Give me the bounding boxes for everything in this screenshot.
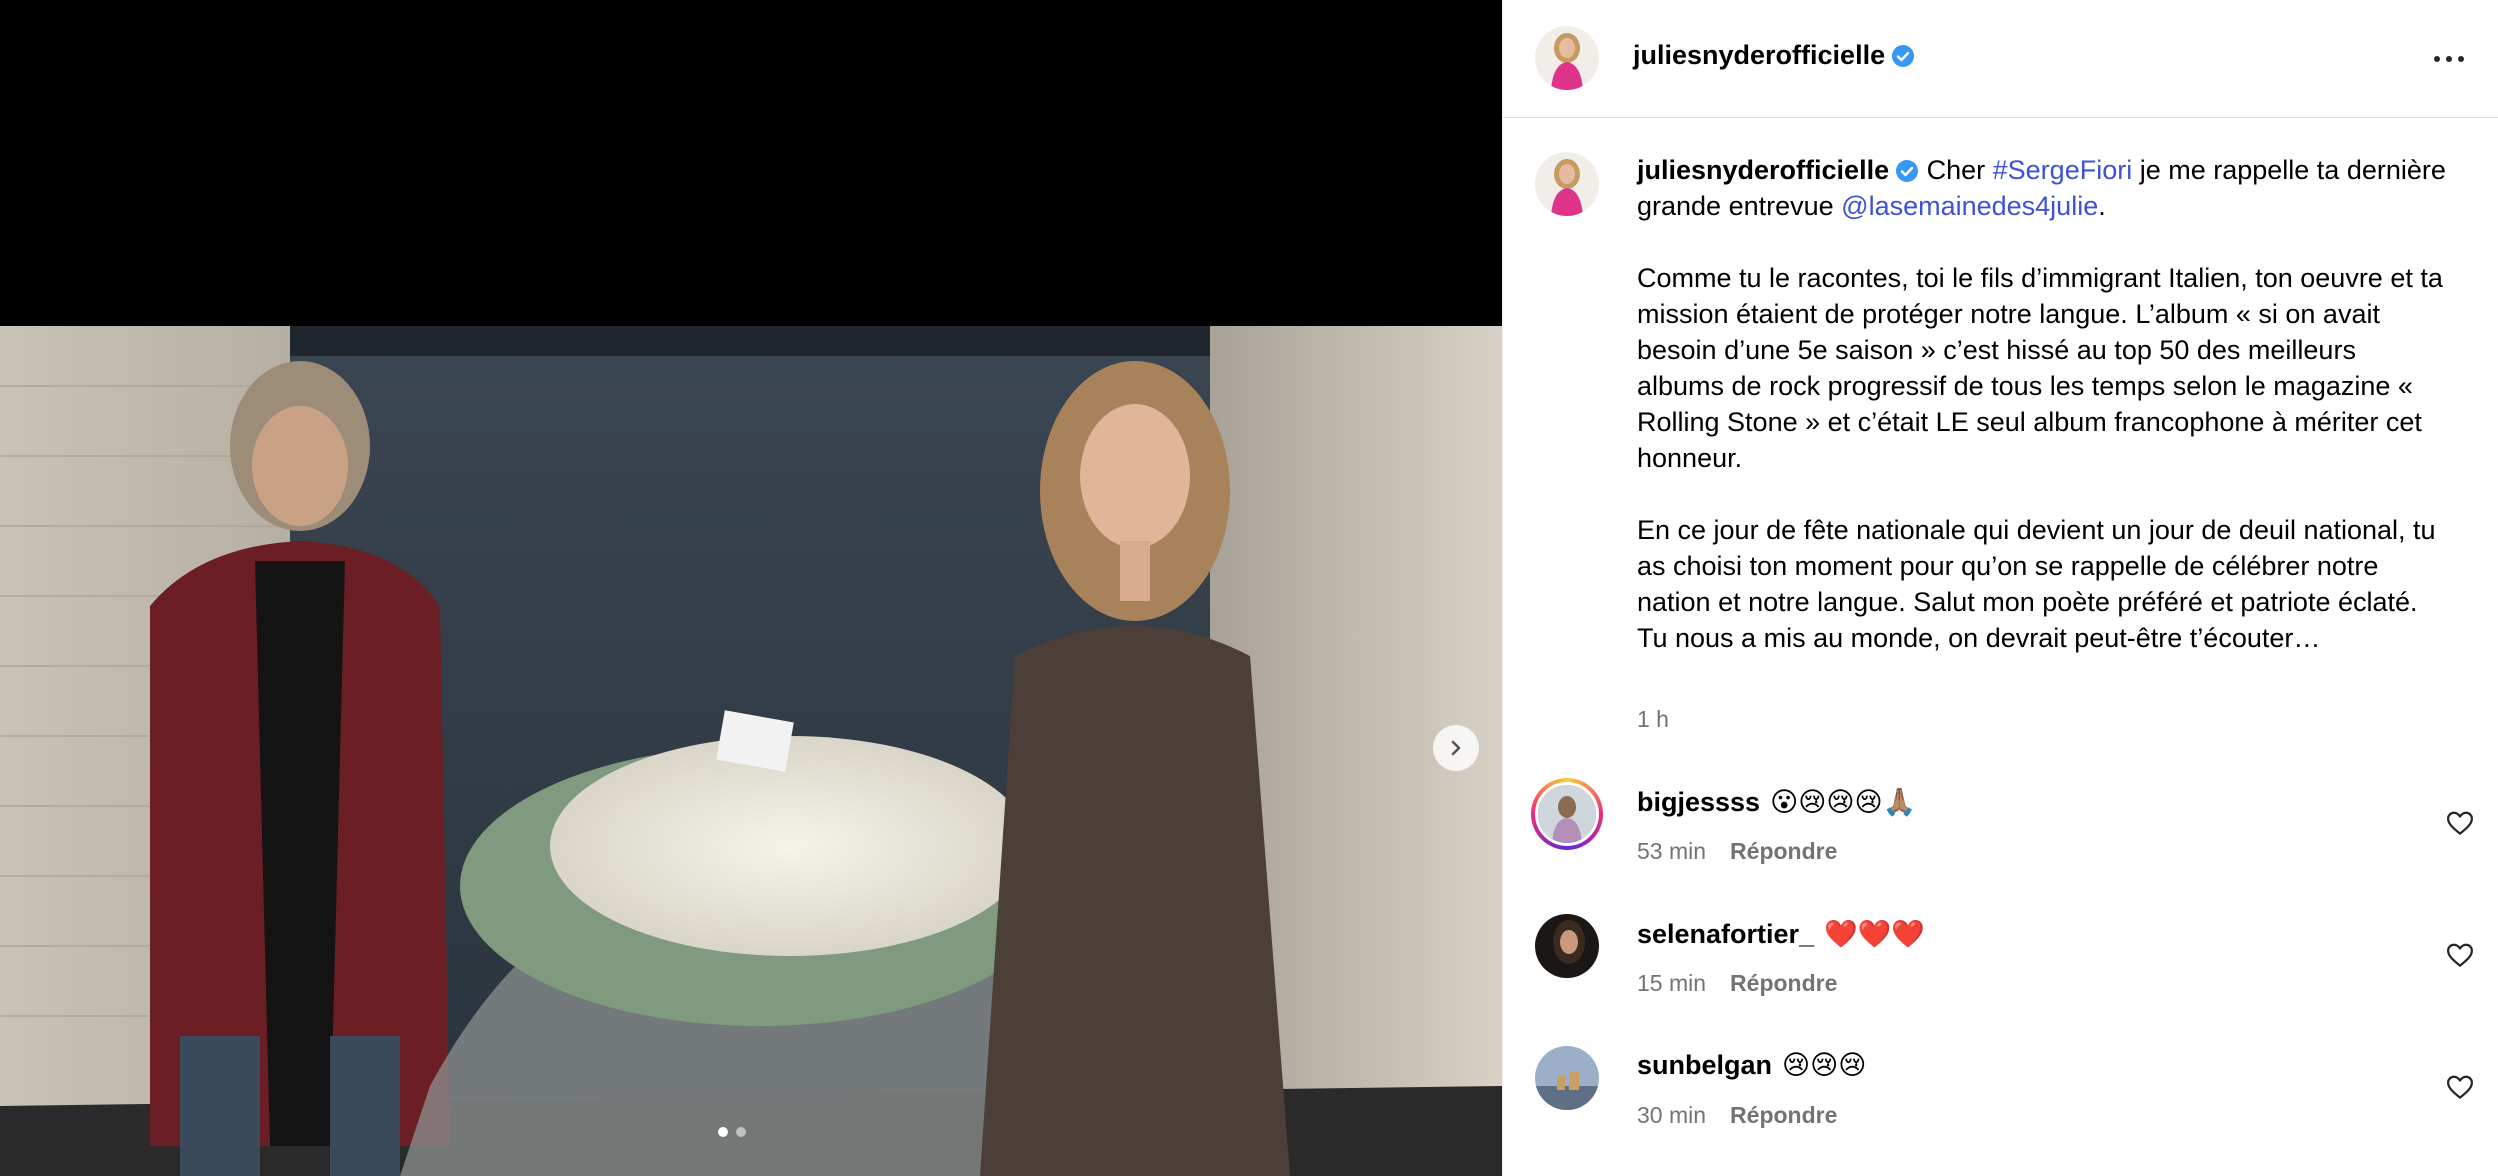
- caption-timestamp: 1 h: [1637, 706, 1669, 732]
- chevron-right-icon: [1451, 740, 1461, 756]
- caption-author-avatar[interactable]: [1535, 152, 1599, 216]
- comment-time: 30 min: [1637, 1102, 1707, 1128]
- post-side-panel: juliesnyderofficielle juliesnyderofficie…: [1502, 0, 2498, 1176]
- verified-badge-icon: [1892, 45, 1915, 67]
- caption-lead: Cher: [1926, 155, 1993, 185]
- heart-outline-icon[interactable]: [2445, 940, 2475, 970]
- comment-username[interactable]: bigjessss: [1637, 787, 1760, 817]
- carousel-next-button[interactable]: [1433, 725, 1479, 771]
- caption-paragraph-3: En ce jour de fête nationale qui devient…: [1637, 515, 2436, 653]
- commenter-avatar[interactable]: [1535, 914, 1599, 978]
- comment-item: selenafortier_ ❤️❤️❤️ 15 min Répondre: [1503, 910, 2498, 1020]
- post-caption: juliesnyderofficielle Cher #SergeFiori j…: [1637, 152, 2447, 656]
- reply-button[interactable]: Répondre: [1730, 970, 1837, 996]
- comment-username[interactable]: selenafortier_: [1637, 919, 1814, 949]
- comment-item: sunbelgan 😢😢😢 30 min Répondre: [1503, 1042, 2498, 1152]
- verified-badge-icon: [1896, 160, 1919, 182]
- commenter-avatar[interactable]: [1531, 778, 1603, 850]
- post-header: juliesnyderofficielle: [1503, 0, 2498, 118]
- mention-link[interactable]: @lasemainedes4julie: [1841, 191, 2098, 221]
- caption-end: .: [2098, 191, 2106, 221]
- post-media: [0, 0, 1502, 1176]
- hashtag-link[interactable]: #SergeFiori: [1993, 155, 2133, 185]
- comment-text: 😢😢😢: [1782, 1050, 1867, 1080]
- post-photo[interactable]: [0, 326, 1502, 1176]
- instagram-post-modal: juliesnyderofficielle juliesnyderofficie…: [0, 0, 2498, 1176]
- carousel-dot-active: [718, 1127, 728, 1137]
- comment-time: 53 min: [1637, 838, 1707, 864]
- author-username-text[interactable]: juliesnyderofficielle: [1633, 40, 1885, 70]
- carousel-dot: [736, 1127, 746, 1137]
- comment-text: 😮😢😢😢🙏🏽: [1770, 787, 1917, 817]
- comment-item: bigjessss 😮😢😢😢🙏🏽 53 min Répondre: [1503, 778, 2498, 888]
- comment-username[interactable]: sunbelgan: [1637, 1050, 1772, 1080]
- comment-text: ❤️❤️❤️: [1824, 919, 1925, 949]
- heart-outline-icon[interactable]: [2445, 1072, 2475, 1102]
- commenter-avatar[interactable]: [1535, 1046, 1599, 1110]
- heart-outline-icon[interactable]: [2445, 808, 2475, 838]
- caption-paragraph-2: Comme tu le racontes, toi le fils d’immi…: [1637, 263, 2443, 473]
- comment-time: 15 min: [1637, 970, 1707, 996]
- carousel-indicator: [718, 1127, 746, 1137]
- author-avatar[interactable]: [1535, 26, 1599, 90]
- reply-button[interactable]: Répondre: [1730, 838, 1837, 864]
- more-options-icon[interactable]: [2429, 44, 2469, 74]
- author-username[interactable]: juliesnyderofficielle: [1633, 40, 1915, 71]
- caption-username[interactable]: juliesnyderofficielle: [1637, 155, 1889, 185]
- reply-button[interactable]: Répondre: [1730, 1102, 1837, 1128]
